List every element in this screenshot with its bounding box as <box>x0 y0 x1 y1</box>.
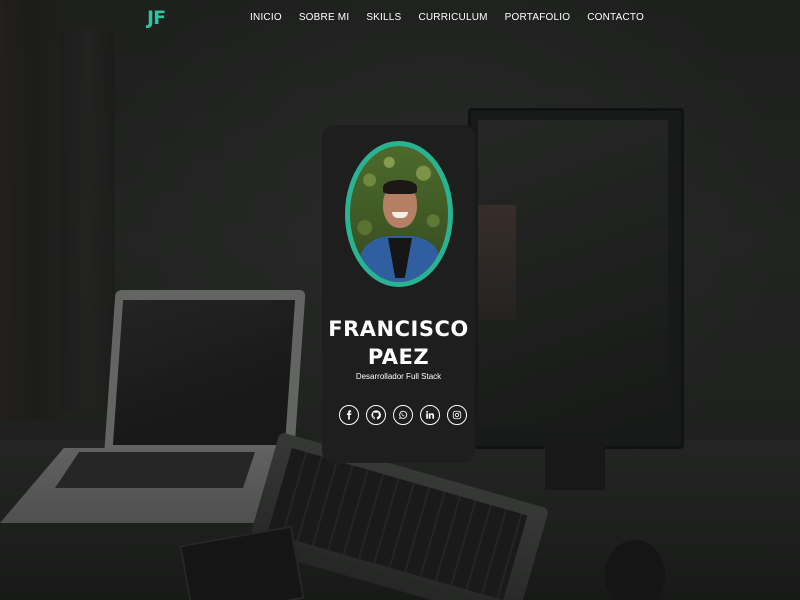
profile-name: FRANCISCO PAEZ <box>322 315 475 371</box>
linkedin-link[interactable] <box>420 405 440 425</box>
instagram-icon <box>452 410 462 420</box>
facebook-icon <box>346 410 352 420</box>
facebook-link[interactable] <box>339 405 359 425</box>
instagram-link[interactable] <box>447 405 467 425</box>
linkedin-icon <box>426 410 435 419</box>
avatar-hair <box>383 180 417 194</box>
github-icon <box>371 410 381 420</box>
github-link[interactable] <box>366 405 386 425</box>
avatar <box>350 146 448 282</box>
profile-role: Desarrollador Full Stack <box>355 372 442 381</box>
whatsapp-icon <box>399 410 408 419</box>
social-links <box>339 405 467 425</box>
nav-item-inicio[interactable]: INICIO <box>250 12 282 23</box>
logo[interactable]: JF <box>147 7 166 29</box>
whatsapp-link[interactable] <box>393 405 413 425</box>
nav-item-contacto[interactable]: CONTACTO <box>587 12 644 23</box>
top-navigation: JF INICIO SOBRE MI SKILLS CURRICULUM POR… <box>0 0 800 36</box>
nav-item-curriculum[interactable]: CURRICULUM <box>418 12 487 23</box>
nav-menu: INICIO SOBRE MI SKILLS CURRICULUM PORTAF… <box>250 12 644 23</box>
profile-name-first: FRANCISCO <box>328 317 469 341</box>
profile-name-last: PAEZ <box>367 345 430 369</box>
nav-item-skills[interactable]: SKILLS <box>366 12 401 23</box>
nav-item-sobre-mi[interactable]: SOBRE MI <box>299 12 350 23</box>
nav-item-portafolio[interactable]: PORTAFOLIO <box>505 12 571 23</box>
